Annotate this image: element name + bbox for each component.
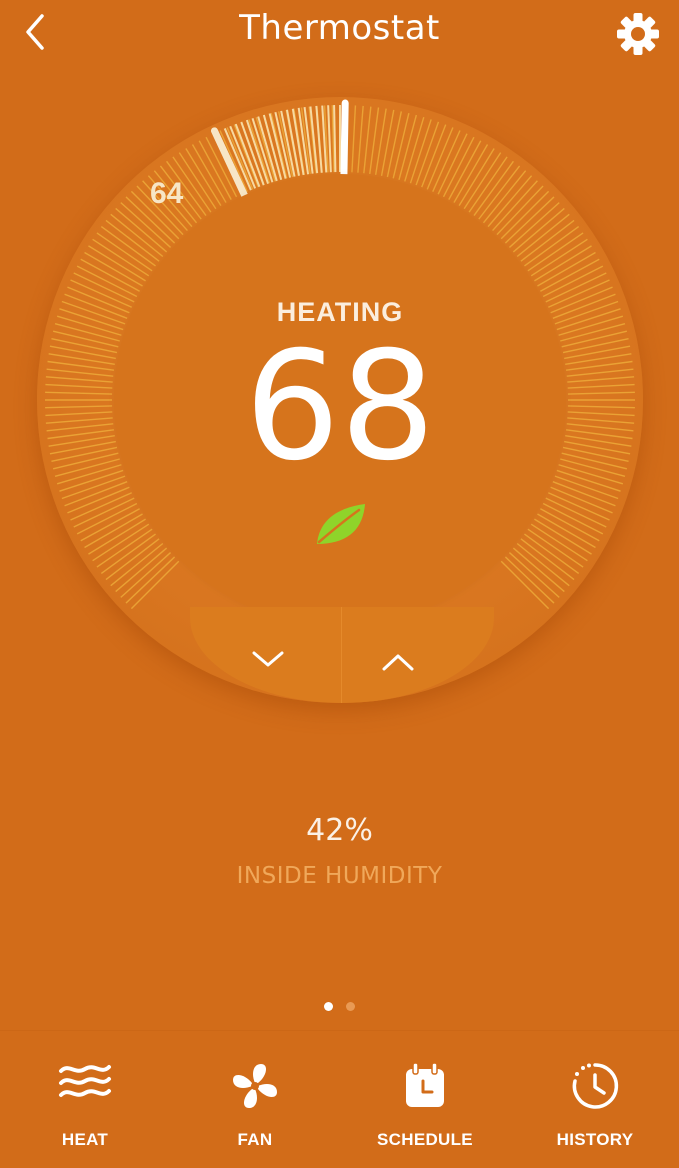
settings-button[interactable] bbox=[615, 11, 661, 57]
gear-icon bbox=[617, 13, 659, 55]
target-temperature: 68 bbox=[244, 320, 436, 494]
leaf-icon bbox=[317, 504, 365, 544]
tab-schedule[interactable]: SCHEDULE bbox=[340, 1031, 510, 1168]
history-clock-icon bbox=[572, 1063, 619, 1109]
header-bar: Thermostat bbox=[0, 0, 679, 64]
page-title: Thermostat bbox=[239, 8, 440, 48]
temperature-controls bbox=[190, 607, 494, 703]
calendar-clock-icon bbox=[406, 1062, 444, 1107]
chevron-up-icon bbox=[382, 654, 414, 671]
page-dot[interactable] bbox=[345, 1002, 355, 1011]
decrease-temperature-button[interactable] bbox=[190, 607, 341, 703]
humidity-label: INSIDE HUMIDITY bbox=[236, 863, 443, 889]
chevron-down-icon bbox=[252, 651, 284, 667]
tab-fan-label: FAN bbox=[237, 1130, 273, 1149]
tab-schedule-label: SCHEDULE bbox=[377, 1130, 473, 1149]
bottom-tab-bar: HEAT FAN SCHEDULE HISTORY bbox=[0, 1030, 679, 1168]
tab-history-label: HISTORY bbox=[556, 1130, 634, 1149]
heat-waves-icon bbox=[59, 1065, 111, 1097]
tab-history[interactable]: HISTORY bbox=[510, 1031, 679, 1168]
tab-fan[interactable]: FAN bbox=[170, 1031, 340, 1168]
tab-heat[interactable]: HEAT bbox=[0, 1031, 170, 1168]
page-dot-active[interactable] bbox=[324, 1002, 334, 1011]
humidity-value: 42% bbox=[306, 813, 373, 848]
thermostat-dial[interactable]: 64 HEATING 68 bbox=[37, 97, 643, 703]
page-indicator bbox=[0, 998, 679, 1016]
increase-temperature-button[interactable] bbox=[342, 607, 494, 703]
tab-heat-label: HEAT bbox=[61, 1130, 109, 1149]
fan-icon bbox=[233, 1064, 277, 1108]
setpoint-low-label: 64 bbox=[150, 177, 184, 210]
